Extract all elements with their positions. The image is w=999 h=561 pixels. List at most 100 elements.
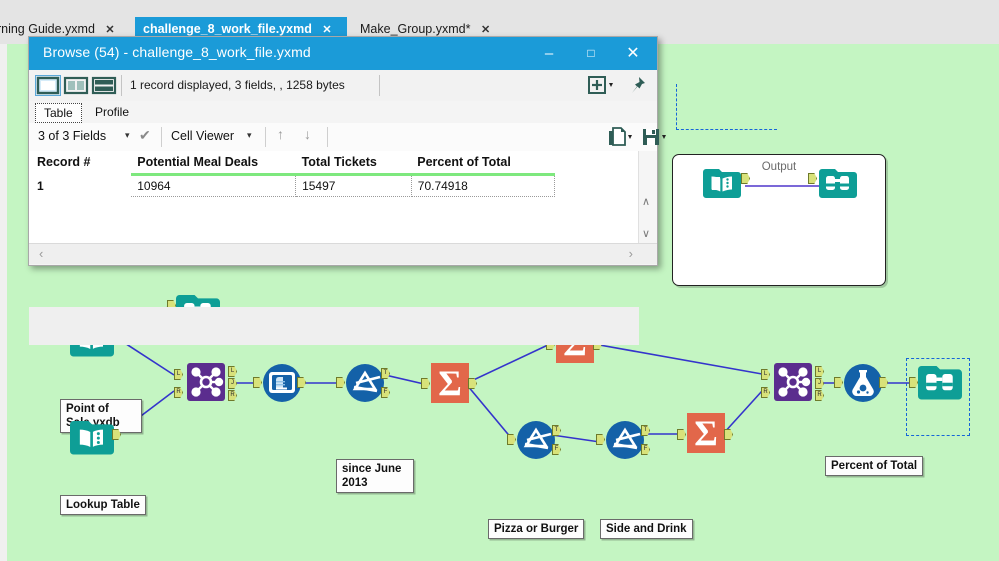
document-tab-label: arning Guide.yxmd: [0, 22, 95, 36]
browse-results-window[interactable]: Browse (54) - challenge_8_work_file.yxmd…: [28, 36, 666, 345]
tool-annotation: since June 2013: [336, 459, 414, 493]
join-right-output-anchor[interactable]: R: [815, 390, 824, 401]
input-data-tool[interactable]: [70, 417, 114, 455]
browse-field-bar: 3 of 3 Fields ▾ ✔ Cell Viewer ▾ ↑ ↓: [29, 123, 666, 152]
scroll-up-icon[interactable]: ∧: [642, 195, 650, 208]
true-output-anchor[interactable]: T: [552, 425, 561, 436]
summarize-tool[interactable]: Σ: [430, 363, 470, 448]
output-anchor[interactable]: [724, 429, 733, 440]
cell-total-tickets[interactable]: 15497: [295, 174, 412, 197]
browse-tool[interactable]: [918, 362, 962, 400]
join-right-input-anchor[interactable]: R: [761, 387, 770, 398]
minimize-button[interactable]: –: [529, 37, 569, 70]
filter-tool[interactable]: [604, 419, 646, 461]
tab-profile[interactable]: Profile: [87, 103, 137, 123]
false-output-anchor[interactable]: F: [641, 444, 650, 455]
filter-tool[interactable]: [344, 362, 386, 404]
cell-viewer-label[interactable]: Cell Viewer: [171, 129, 234, 143]
browse-toolbar: 1 record displayed, 3 fields, , 1258 byt…: [29, 70, 657, 102]
layout-columns-icon[interactable]: [63, 75, 89, 96]
toolbar-separator: [265, 127, 266, 147]
tool-annotation: Pizza or Burger: [488, 519, 585, 539]
close-icon[interactable]: ✕: [481, 24, 490, 36]
scroll-down-icon[interactable]: ∨: [642, 227, 650, 240]
input-anchor[interactable]: [421, 378, 430, 389]
false-output-anchor[interactable]: F: [552, 444, 561, 455]
input-data-tool[interactable]: [703, 166, 741, 198]
browse-view-tabs: Table Profile: [29, 101, 657, 124]
cell-percent-of-total[interactable]: 70.74918: [411, 174, 555, 197]
input-anchor[interactable]: [677, 429, 686, 440]
sort-descending-icon[interactable]: ↓: [304, 126, 311, 142]
formula-tool[interactable]: [842, 362, 884, 404]
document-tab-label: Make_Group.yxmd*: [360, 22, 471, 36]
tool-annotation: Percent of Total: [825, 456, 924, 476]
column-header-record[interactable]: Record #: [29, 151, 132, 176]
output-anchor[interactable]: [879, 377, 888, 388]
toolbar-separator: [121, 75, 122, 96]
input-anchor[interactable]: [909, 377, 918, 388]
scroll-left-icon[interactable]: ‹: [39, 246, 43, 261]
output-anchor[interactable]: [297, 377, 306, 388]
table-row[interactable]: 1 10964 15497 70.74918: [29, 174, 657, 197]
join-right-output-anchor[interactable]: R: [228, 390, 237, 401]
summarize-tool[interactable]: Σ: [555, 323, 595, 408]
cell-potential-meal-deals[interactable]: 10964: [131, 174, 297, 197]
maximize-button[interactable]: □: [571, 37, 611, 70]
toolbar-separator: [379, 75, 380, 96]
column-header-potential-meal-deals[interactable]: Potential Meal Deals: [131, 151, 296, 176]
toolbar-separator: [161, 127, 162, 147]
browse-window-title: Browse (54) - challenge_8_work_file.yxmd: [43, 44, 311, 60]
false-output-anchor[interactable]: F: [381, 387, 390, 398]
filter-tool[interactable]: [515, 419, 557, 461]
join-tool[interactable]: [772, 361, 814, 403]
join-left-input-anchor[interactable]: L: [174, 369, 183, 380]
join-left-output-anchor[interactable]: L: [228, 366, 237, 377]
column-header-total-tickets[interactable]: Total Tickets: [295, 151, 412, 176]
chevron-down-icon[interactable]: ▾: [247, 130, 252, 141]
table-header-row: Record # Potential Meal Deals Total Tick…: [29, 151, 657, 176]
layout-single-icon[interactable]: [35, 75, 61, 96]
record-status-text: 1 record displayed, 3 fields, , 1258 byt…: [130, 78, 345, 92]
tab-table[interactable]: Table: [35, 103, 82, 123]
select-tool[interactable]: [261, 362, 303, 404]
output-anchor[interactable]: [468, 378, 477, 389]
join-tool[interactable]: [185, 361, 227, 403]
tool-annotation: Lookup Table: [60, 495, 146, 515]
sort-ascending-icon[interactable]: ↑: [277, 126, 284, 142]
true-output-anchor[interactable]: T: [381, 368, 390, 379]
add-field-icon[interactable]: [587, 75, 617, 96]
canvas-left-gutter: [0, 44, 7, 561]
horizontal-scrollbar[interactable]: ‹ ›: [29, 243, 657, 264]
fields-count-label[interactable]: 3 of 3 Fields: [38, 129, 106, 143]
cell-record-number: 1: [29, 174, 132, 197]
toolbar-separator: [327, 127, 328, 147]
selection-marquee: [676, 84, 777, 130]
check-icon[interactable]: ✔: [139, 127, 151, 144]
true-output-anchor[interactable]: T: [641, 425, 650, 436]
close-icon[interactable]: ✕: [322, 24, 331, 36]
join-left-input-anchor[interactable]: L: [761, 369, 770, 380]
pin-icon[interactable]: [627, 75, 649, 96]
copy-icon[interactable]: [607, 127, 635, 147]
svg-text:Σ: Σ: [694, 413, 718, 453]
close-icon[interactable]: ✕: [105, 24, 114, 36]
browse-window-titlebar[interactable]: Browse (54) - challenge_8_work_file.yxmd…: [29, 37, 657, 70]
scroll-right-icon[interactable]: ›: [629, 246, 633, 261]
layout-rows-icon[interactable]: [91, 75, 117, 96]
close-button[interactable]: ✕: [613, 37, 653, 70]
document-tab-label: challenge_8_work_file.yxmd: [143, 22, 312, 36]
chevron-down-icon[interactable]: ▾: [125, 130, 130, 141]
results-grid[interactable]: Record # Potential Meal Deals Total Tick…: [29, 151, 657, 345]
svg-text:Σ: Σ: [438, 363, 462, 403]
join-right-input-anchor[interactable]: R: [174, 387, 183, 398]
column-header-percent-of-total[interactable]: Percent of Total: [411, 151, 555, 176]
browse-tool[interactable]: [819, 166, 857, 198]
summarize-tool[interactable]: Σ: [686, 413, 726, 498]
save-icon[interactable]: [641, 127, 669, 147]
join-join-output-anchor[interactable]: J: [228, 378, 237, 389]
join-left-output-anchor[interactable]: L: [815, 366, 824, 377]
tool-annotation: Side and Drink: [600, 519, 693, 539]
grid-empty-area: [29, 307, 639, 345]
join-join-output-anchor[interactable]: J: [815, 378, 824, 389]
